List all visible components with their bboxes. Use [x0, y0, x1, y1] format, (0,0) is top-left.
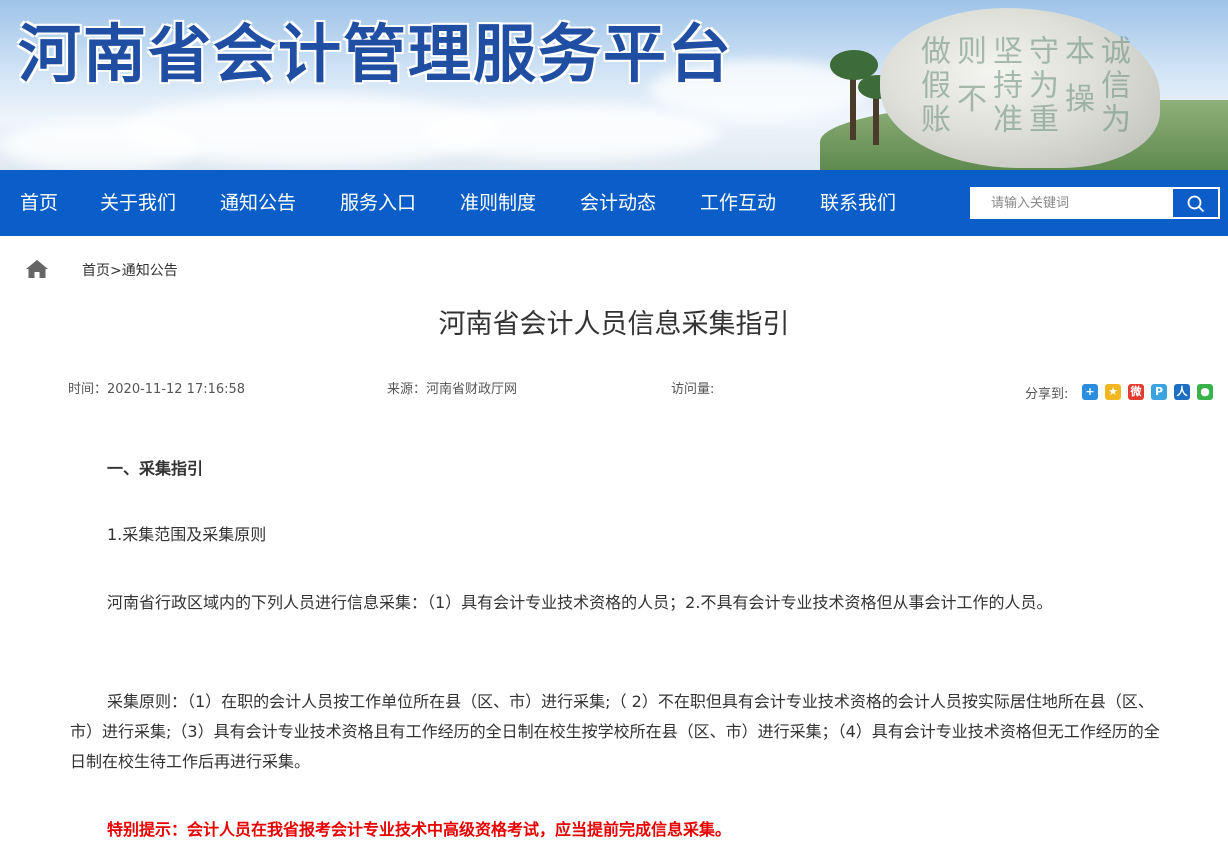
- banner-stone-calligraphy: 诚信为本 操守为重 坚持准则 不做假账: [915, 35, 1130, 137]
- nav-item-news[interactable]: 会计动态: [580, 170, 656, 236]
- star-icon[interactable]: ★: [1105, 384, 1121, 400]
- qzone-icon[interactable]: +: [1082, 384, 1098, 400]
- main-nav: 首页 关于我们 通知公告 服务入口 准则制度 会计动态 工作互动 联系我们: [0, 170, 1228, 236]
- nav-item-home[interactable]: 首页: [20, 170, 58, 236]
- search-box: [970, 187, 1220, 219]
- home-icon[interactable]: [25, 258, 49, 280]
- banner-cloud: [0, 120, 200, 170]
- nav-item-services[interactable]: 服务入口: [340, 170, 416, 236]
- renren-icon[interactable]: 人: [1174, 384, 1190, 400]
- article-title: 河南省会计人员信息采集指引: [438, 309, 790, 340]
- nav-item-contact[interactable]: 联系我们: [820, 170, 896, 236]
- nav-item-standards[interactable]: 准则制度: [460, 170, 536, 236]
- banner-cloud: [420, 105, 720, 160]
- banner-tree: [850, 70, 856, 140]
- search-icon: [1187, 195, 1205, 213]
- search-button[interactable]: [1172, 188, 1219, 218]
- site-title: 河南省会计管理服务平台: [18, 18, 733, 91]
- nav-item-notices[interactable]: 通知公告: [220, 170, 296, 236]
- breadcrumb-current-link[interactable]: 通知公告: [122, 263, 178, 279]
- share-label: 分享到:: [1025, 387, 1069, 402]
- special-notice: 特别提示：会计人员在我省报考会计专业技术中高级资格考试，应当提前完成信息采集。: [107, 820, 732, 839]
- weibo-icon[interactable]: 微: [1128, 384, 1144, 400]
- section-heading: 一、采集指引: [107, 459, 204, 478]
- subsection-heading: 1.采集范围及采集原则: [107, 525, 267, 544]
- article-source: 来源：河南省财政厅网: [387, 382, 518, 397]
- breadcrumb: 首页>通知公告: [82, 260, 178, 280]
- tencent-icon[interactable]: P: [1151, 384, 1167, 400]
- scope-paragraph: 河南省行政区域内的下列人员进行信息采集：（1）具有会计专业技术资格的人员；2.不…: [107, 593, 1053, 612]
- article-views: 访问量:: [671, 382, 715, 397]
- breadcrumb-separator: >: [110, 263, 122, 279]
- principles-paragraph: 采集原则：（1）在职的会计人员按工作单位所在县（区、市）进行采集;（ 2）不在职…: [70, 692, 1160, 771]
- article-time: 时间：2020-11-12 17:16:58: [68, 382, 246, 397]
- search-input[interactable]: [971, 188, 1171, 218]
- nav-item-about[interactable]: 关于我们: [100, 170, 176, 236]
- header-banner: 诚信为本 操守为重 坚持准则 不做假账 河南省会计管理服务平台: [0, 0, 1228, 170]
- breadcrumb-home-link[interactable]: 首页: [82, 263, 110, 279]
- nav-item-interaction[interactable]: 工作互动: [700, 170, 776, 236]
- wechat-icon[interactable]: ●: [1197, 384, 1213, 400]
